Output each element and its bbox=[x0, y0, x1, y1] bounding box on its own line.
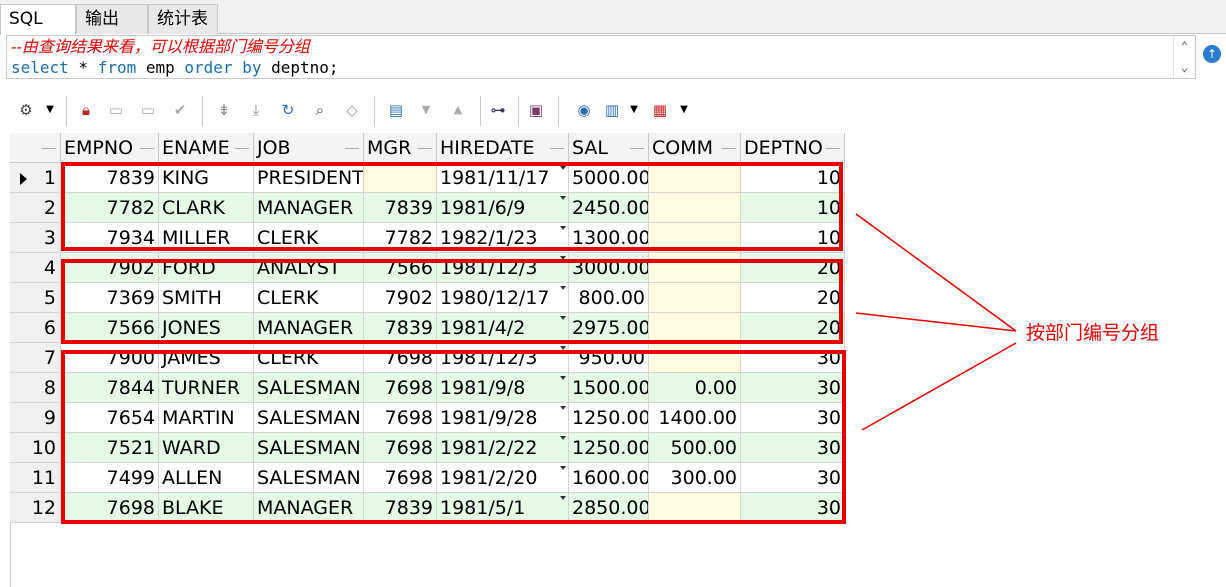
arrow-dept-10 bbox=[855, 213, 1017, 332]
arrow-dept-30 bbox=[861, 342, 1017, 431]
annotation-arrows bbox=[855, 213, 1017, 431]
annotation-label: 按部门编号分组 bbox=[1026, 322, 1160, 344]
arrow-dept-20 bbox=[855, 312, 1017, 332]
